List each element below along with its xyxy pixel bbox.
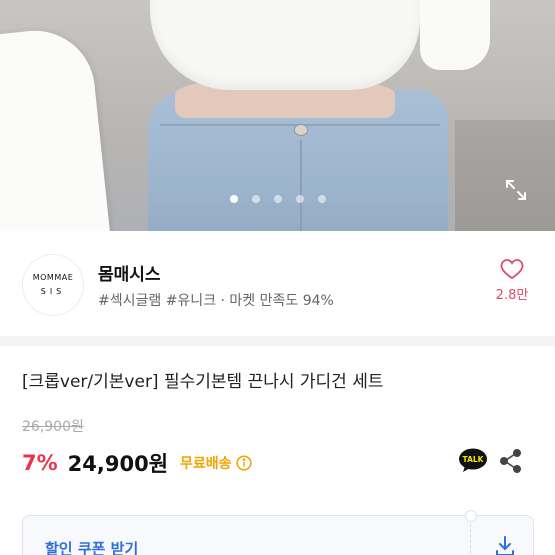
product-title: [크롭ver/기본ver] 필수기본템 끈나시 가디건 세트 [22, 372, 384, 392]
image-detail [160, 100, 440, 126]
product-page: MOMMAE SIS 몸매시스 #섹시글램 #유니크 · 마켓 만족도 94% … [0, 0, 555, 555]
carousel-dot[interactable] [317, 195, 326, 203]
image-detail [294, 124, 308, 136]
download-icon[interactable] [493, 534, 517, 555]
seller-tags: #섹시글램 #유니크 · 마켓 만족도 94% [98, 293, 334, 309]
coupon-banner[interactable]: 할인 쿠폰 받기 [22, 510, 534, 555]
seller-logo-text: MOMMAE [32, 273, 74, 282]
carousel-dot[interactable] [229, 195, 238, 203]
shipping-badge: 무료배송 [180, 456, 232, 472]
coupon-notch [465, 510, 477, 522]
original-price: 26,900원 [22, 419, 84, 435]
info-icon[interactable] [235, 455, 252, 471]
section-divider [0, 336, 555, 346]
carousel-dot[interactable] [273, 195, 282, 203]
kakao-talk-icon[interactable]: TALK [458, 448, 488, 474]
seller-logo[interactable]: MOMMAE SIS [22, 254, 84, 316]
carousel-dot[interactable] [295, 195, 304, 203]
discount-rate: 7% [22, 451, 58, 475]
carousel-dot[interactable] [251, 195, 260, 203]
talk-label: TALK [463, 455, 485, 464]
image-detail [420, 0, 490, 70]
image-detail [150, 0, 420, 90]
heart-icon [500, 259, 524, 280]
product-image-carousel[interactable] [0, 0, 555, 231]
expand-icon[interactable] [504, 178, 528, 202]
like-button[interactable]: 2.8만 [488, 258, 536, 303]
share-icon[interactable] [498, 448, 524, 474]
seller-name[interactable]: 몸매시스 [98, 260, 161, 285]
sale-price: 24,900원 [67, 452, 169, 476]
coupon-label: 할인 쿠폰 받기 [45, 540, 139, 555]
coupon-divider [470, 524, 471, 555]
price-row: 7% 24,900원 무료배송 [22, 448, 252, 478]
image-detail [455, 120, 555, 231]
carousel-indicator [0, 195, 555, 207]
seller-logo-text: SIS [40, 287, 66, 296]
image-detail [300, 140, 302, 231]
like-count: 2.8만 [495, 288, 529, 303]
seller-section[interactable]: MOMMAE SIS 몸매시스 #섹시글램 #유니크 · 마켓 만족도 94% … [0, 240, 555, 332]
